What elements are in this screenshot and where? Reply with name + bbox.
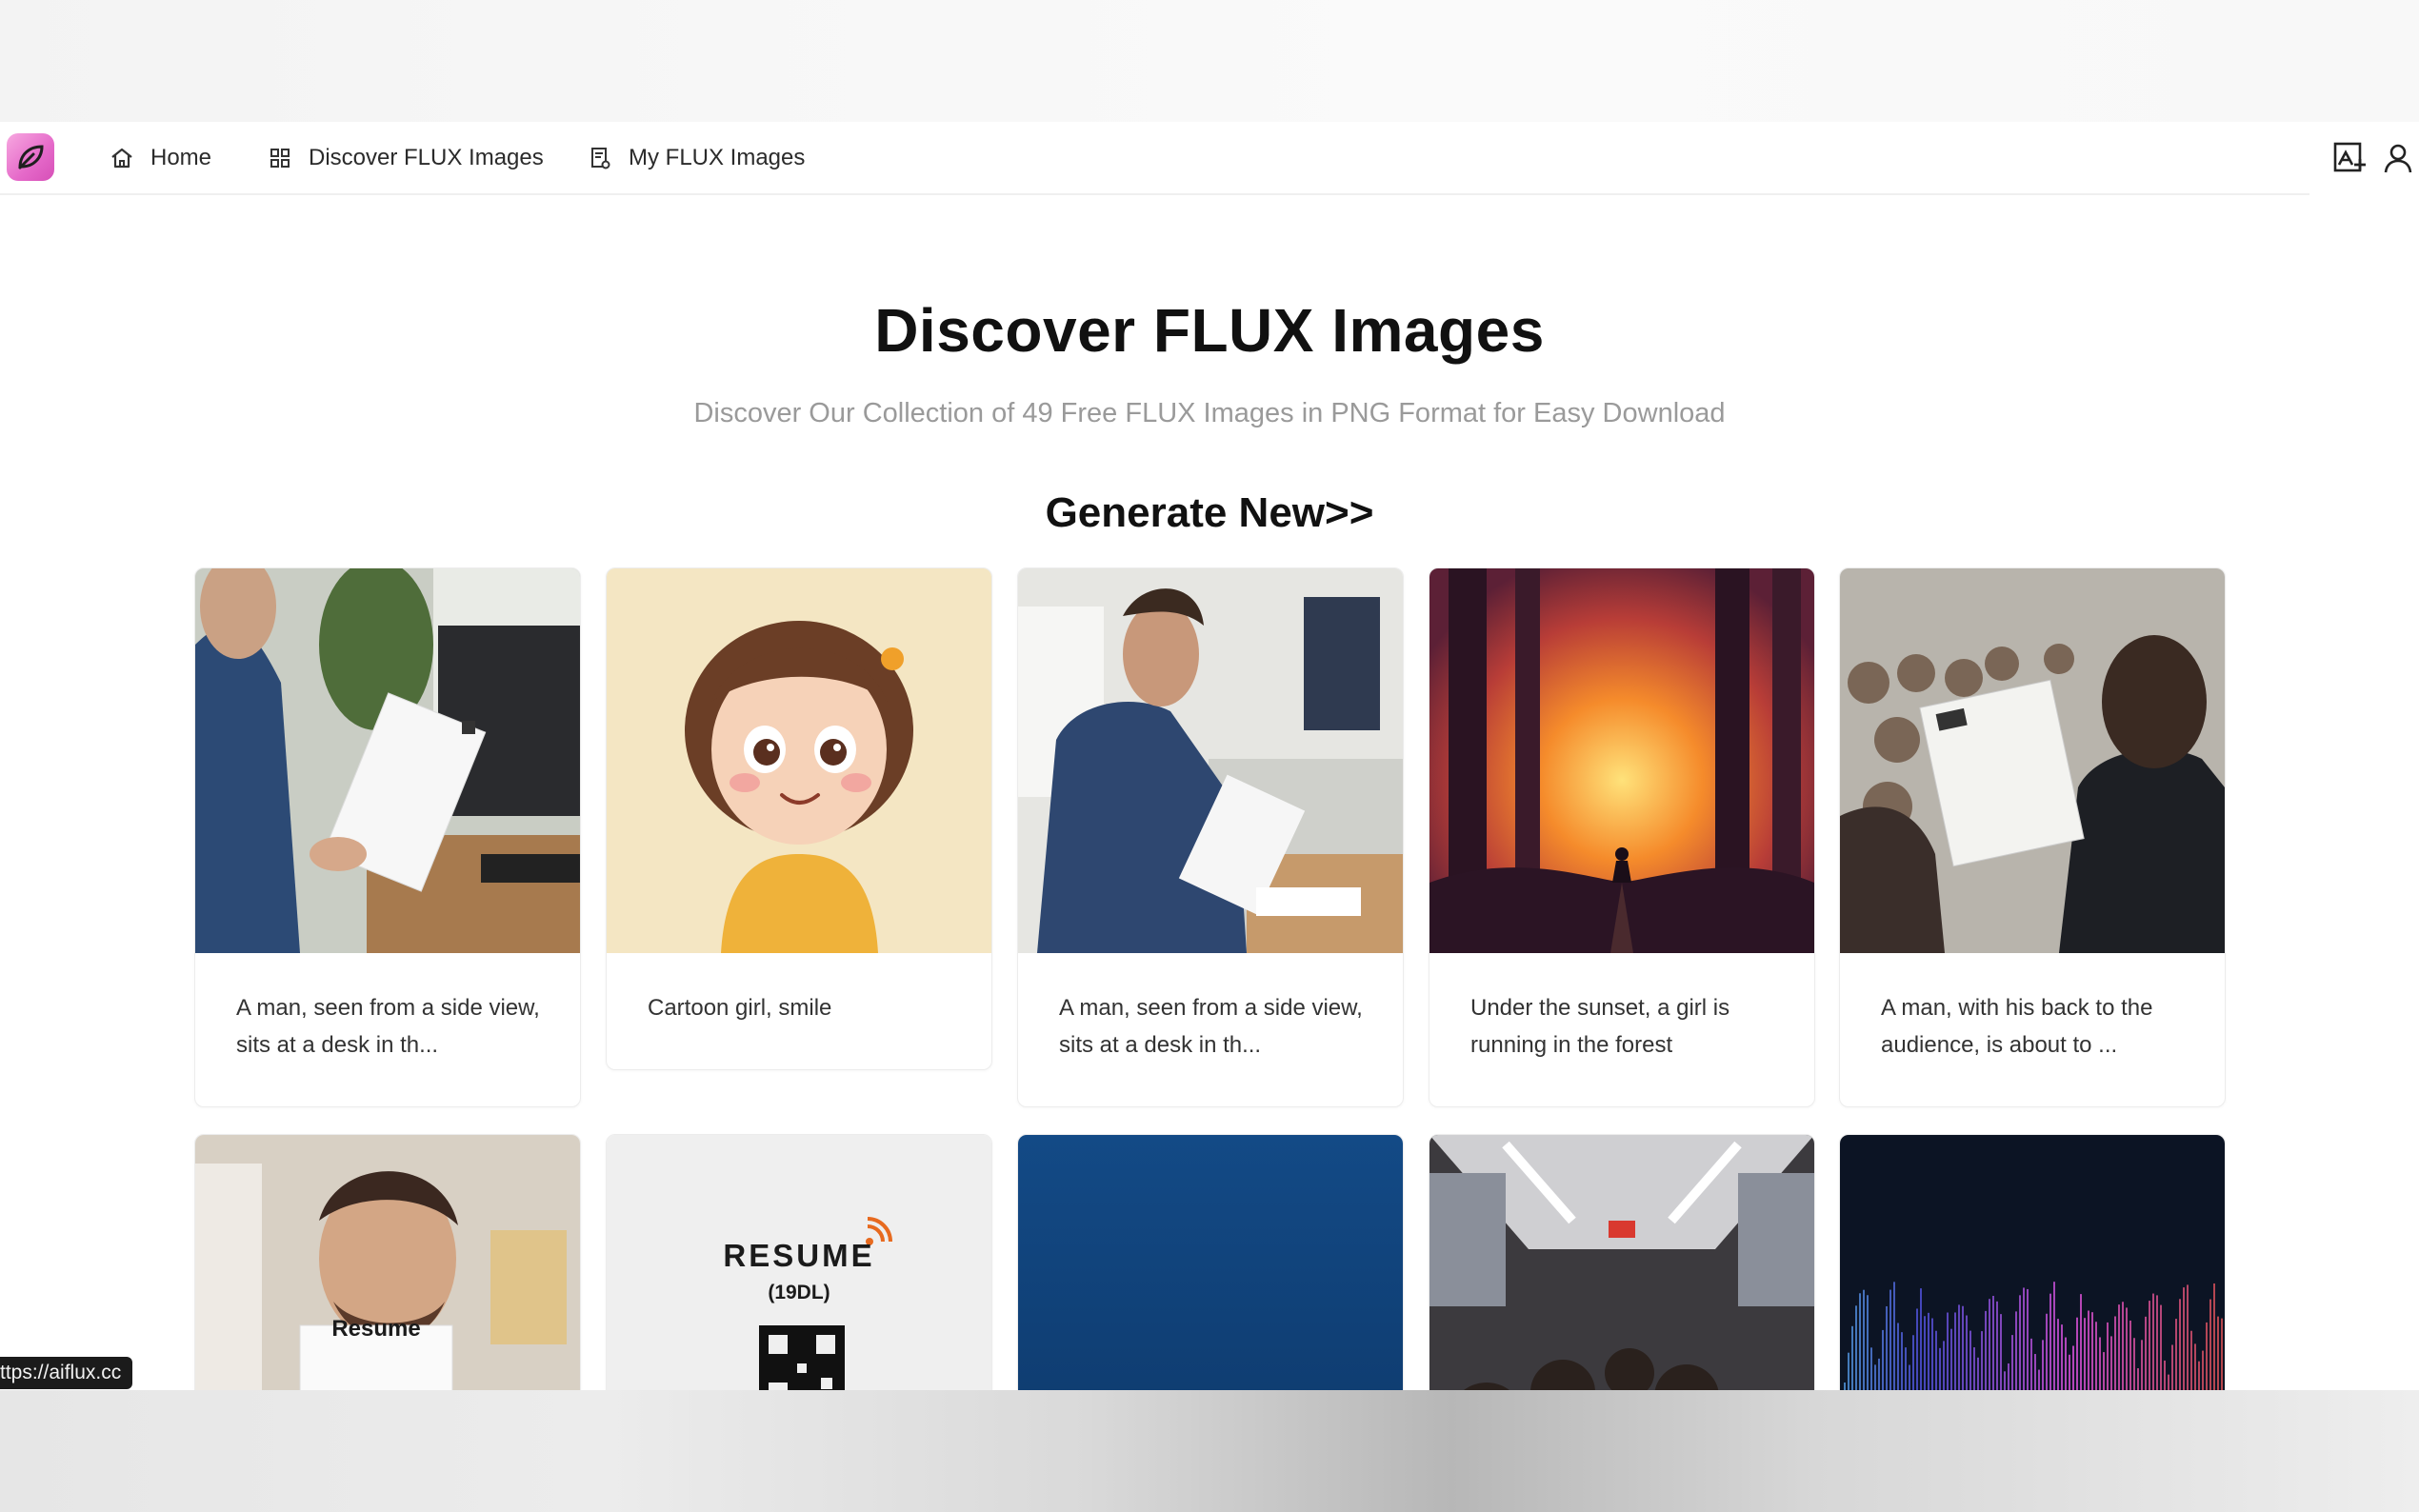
logo-button[interactable] xyxy=(7,133,54,181)
navbar-divider xyxy=(0,193,2309,195)
card-caption: A man, seen from a side view, sits at a … xyxy=(236,995,540,1058)
home-icon xyxy=(111,148,132,169)
nav-home-label: Home xyxy=(150,145,212,170)
resume-sign-text: Resume xyxy=(331,1316,421,1342)
man-reading-resume-image xyxy=(195,568,580,953)
image-card[interactable]: A man, seen from a side view, sits at a … xyxy=(194,567,581,1107)
leaf-icon xyxy=(18,145,44,169)
app-root: Home Discover FLUX Images My FLUX Images xyxy=(0,0,2419,1512)
image-add-icon xyxy=(2333,142,2366,172)
nav-my-images-label: My FLUX Images xyxy=(629,145,806,170)
image-card[interactable]: A man, seen from a side view, sits at a … xyxy=(1017,567,1404,1107)
sunset-forest-image xyxy=(1429,568,1814,953)
nav-discover-label: Discover FLUX Images xyxy=(309,145,544,170)
cartoon-girl-image xyxy=(607,568,991,953)
page-subtitle: Discover Our Collection of 49 Free FLUX … xyxy=(693,398,1726,428)
man-back-audience-image xyxy=(1840,568,2225,953)
generate-image-button[interactable] xyxy=(2331,139,2369,177)
image-card[interactable]: A man, with his back to the audience, is… xyxy=(1839,567,2226,1107)
card-caption: A man, seen from a side view, sits at a … xyxy=(1059,995,1363,1058)
man-at-desk-image xyxy=(1018,568,1403,953)
status-url-tooltip: ttps://aiflux.cc xyxy=(0,1357,133,1389)
card-caption: A man, with his back to the audience, is… xyxy=(1881,995,2153,1058)
user-icon xyxy=(2384,144,2412,173)
nav-my-images[interactable]: My FLUX Images xyxy=(587,141,805,175)
card-image xyxy=(195,568,580,953)
card-caption: Cartoon girl, smile xyxy=(648,995,832,1021)
bottom-blur-strip xyxy=(0,1390,2419,1512)
card-caption: Under the sunset, a girl is running in t… xyxy=(1470,995,1730,1058)
resume-poster-code: (19DL) xyxy=(768,1282,830,1303)
card-image xyxy=(1840,568,2225,953)
top-blur-strip xyxy=(0,0,2419,122)
page-title: Discover FLUX Images xyxy=(874,296,1545,365)
resume-poster-title: RESUME xyxy=(723,1238,875,1273)
nav-discover[interactable]: Discover FLUX Images xyxy=(267,141,544,175)
generate-new-link[interactable]: Generate New>> xyxy=(0,489,2419,537)
card-image xyxy=(1018,568,1403,953)
card-image xyxy=(1429,568,1814,953)
image-card[interactable]: Cartoon girl, smile xyxy=(606,567,992,1070)
card-image xyxy=(607,568,991,953)
user-account-button[interactable] xyxy=(2379,139,2417,177)
grid-icon xyxy=(270,149,290,168)
document-icon xyxy=(591,148,610,169)
image-card[interactable]: Under the sunset, a girl is running in t… xyxy=(1429,567,1815,1107)
nav-home[interactable]: Home xyxy=(109,141,211,175)
